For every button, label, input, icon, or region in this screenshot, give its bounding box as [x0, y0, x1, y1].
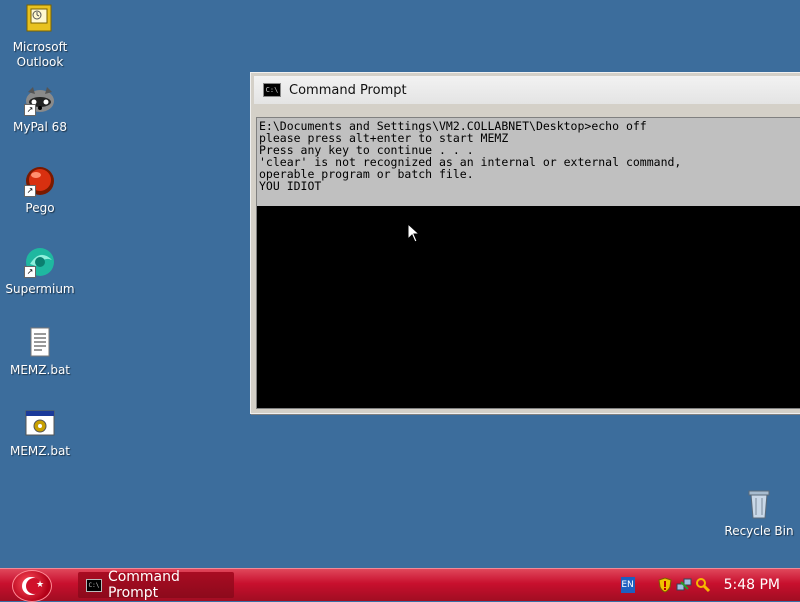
desktop-icon-label: MyPal 68	[13, 120, 67, 134]
supermium-icon: ↗	[24, 246, 56, 278]
recycle-bin-icon	[743, 488, 775, 520]
search-icon[interactable]	[695, 577, 711, 593]
desktop-icon-label: Pego	[25, 201, 55, 215]
language-indicator[interactable]: EN	[620, 577, 635, 593]
desktop-icon-pego[interactable]: ↗ Pego	[0, 165, 80, 216]
desktop-icon-label: Microsoft Outlook	[12, 40, 68, 69]
clock[interactable]: 5:48 PM	[724, 577, 780, 593]
console-output: E:\Documents and Settings\VM2.COLLABNET\…	[257, 118, 800, 206]
desktop-icon-memz-text[interactable]: MEMZ.bat	[0, 327, 80, 378]
desktop-icon-label: Recycle Bin	[724, 524, 794, 538]
taskbar-button-command-prompt[interactable]: C:\ Command Prompt	[78, 569, 234, 601]
star-icon: ★	[36, 580, 45, 590]
shortcut-arrow-icon: ↗	[24, 266, 36, 278]
desktop-icon-memz-batch[interactable]: MEMZ.bat	[0, 408, 80, 459]
outlook-icon	[24, 4, 56, 36]
pego-red-ball-icon: ↗	[24, 165, 56, 197]
console-icon: C:\	[263, 83, 281, 97]
desktop-icon-label: MEMZ.bat	[10, 444, 70, 458]
desktop-icon-label: Supermium	[5, 282, 75, 296]
desktop-icon-mypal[interactable]: ↗ MyPal 68	[0, 84, 80, 135]
mouse-pointer-icon	[407, 223, 421, 243]
window-title: Command Prompt	[289, 82, 407, 98]
console-icon: C:\	[86, 578, 102, 592]
security-shield-icon[interactable]	[657, 577, 673, 593]
network-icon[interactable]	[676, 577, 692, 593]
command-prompt-window[interactable]: C:\ Command Prompt E:\Documents and Sett…	[250, 72, 800, 414]
shortcut-arrow-icon: ↗	[24, 104, 36, 116]
desktop-icon-label: MEMZ.bat	[10, 363, 70, 377]
console-area[interactable]: E:\Documents and Settings\VM2.COLLABNET\…	[256, 117, 800, 409]
text-file-icon	[24, 327, 56, 359]
taskbar-button-label: Command Prompt	[107, 569, 180, 601]
batch-gear-icon	[24, 408, 56, 440]
desktop-icon-outlook[interactable]: Microsoft Outlook	[0, 4, 80, 70]
taskbar: ★ C:\ Command Prompt EN 5:48 PM	[0, 568, 800, 602]
mypal-raccoon-icon: ↗	[24, 84, 56, 116]
desktop-icon-recycle-bin[interactable]: Recycle Bin	[719, 488, 799, 539]
shortcut-arrow-icon: ↗	[24, 185, 36, 197]
desktop: Microsoft Outlook ↗ MyPal 68 ↗ Pego ↗ Su…	[0, 0, 800, 568]
desktop-icon-supermium[interactable]: ↗ Supermium	[0, 246, 80, 297]
system-tray: EN 5:48 PM	[620, 569, 800, 601]
window-titlebar[interactable]: C:\ Command Prompt	[254, 76, 800, 104]
start-button[interactable]: ★	[12, 570, 52, 602]
